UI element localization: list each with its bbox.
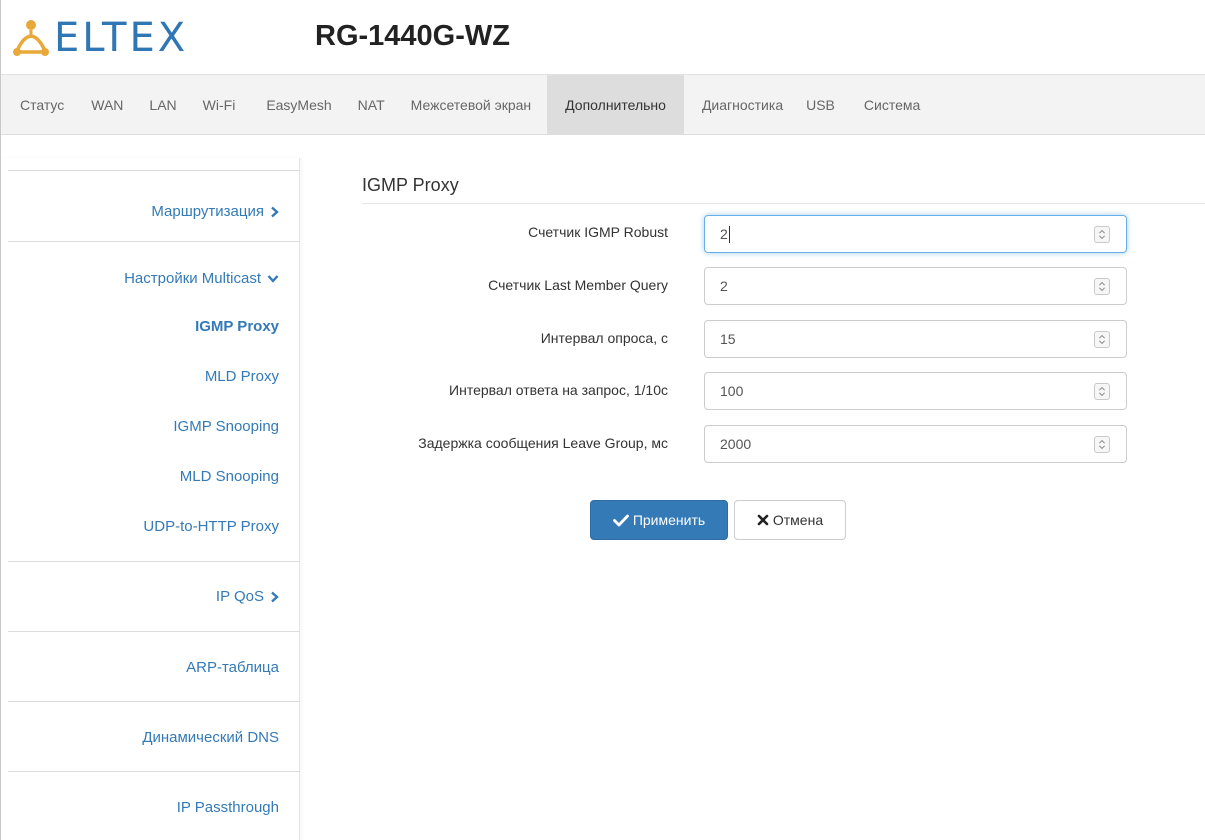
sidebar-item-multicast[interactable]: Настройки Multicast [124, 270, 279, 287]
page-title: IGMP Proxy [362, 175, 459, 195]
tab-diagnostics[interactable]: Диагностика [684, 75, 796, 134]
input-value: 15 [720, 331, 736, 347]
input-value: 2 [720, 278, 728, 294]
chevron-right-icon [271, 206, 279, 217]
tab-lan[interactable]: LAN [136, 75, 189, 134]
sidebar-item-routing[interactable]: Маршрутизация [151, 203, 279, 220]
sidebar-item-label: IP QoS [215, 588, 264, 605]
sidebar-item-igmp-snooping[interactable]: IGMP Snooping [173, 418, 279, 435]
sidebar-item-mld-proxy[interactable]: MLD Proxy [205, 368, 279, 385]
sidebar-divider [8, 701, 300, 702]
tab-system[interactable]: Система [848, 75, 933, 134]
spinner-icon[interactable] [1094, 331, 1110, 348]
title-divider [362, 203, 1205, 204]
window-left-border [0, 0, 1, 840]
sidebar-divider [8, 241, 300, 242]
tab-usb[interactable]: USB [796, 75, 848, 134]
spinner-icon[interactable] [1094, 226, 1110, 243]
input-value: 100 [720, 383, 744, 399]
tab-easymesh[interactable]: EasyMesh [248, 75, 344, 134]
query-interval-input[interactable]: 15 [704, 320, 1127, 358]
leave-group-delay-input[interactable]: 2000 [704, 425, 1127, 463]
apply-button-label: Применить [632, 512, 706, 528]
sidebar-item-label: Маршрутизация [151, 203, 264, 220]
text-cursor [728, 225, 730, 243]
spinner-icon[interactable] [1094, 278, 1110, 295]
sidebar-item-ddns[interactable]: Динамический DNS [142, 729, 279, 746]
sidebar-item-udp-to-http[interactable]: UDP-to-HTTP Proxy [143, 518, 279, 535]
tab-nat[interactable]: NAT [345, 75, 398, 134]
last-member-query-label: Счетчик Last Member Query [488, 277, 668, 293]
sidebar-item-igmp-proxy[interactable]: IGMP Proxy [195, 318, 279, 335]
sidebar-divider [8, 561, 300, 562]
tab-firewall[interactable]: Межсетевой экран [398, 75, 548, 134]
sidebar-divider [8, 170, 300, 171]
tab-wan[interactable]: WAN [77, 75, 136, 134]
device-model: RG-1440G-WZ [315, 20, 510, 52]
logo-text: ELTEX [54, 15, 189, 61]
cancel-button-label: Отмена [772, 512, 824, 528]
eltex-logo-icon [13, 20, 49, 56]
chevron-down-icon [267, 275, 279, 283]
header: ELTEX RG-1440G-WZ [0, 0, 1205, 74]
top-nav: Статус WAN LAN Wi-Fi EasyMesh NAT Межсет… [0, 74, 1205, 135]
sidebar-divider [8, 631, 300, 632]
input-value: 2 [720, 226, 728, 242]
input-value: 2000 [720, 436, 752, 452]
igmp-robust-label: Счетчик IGMP Robust [528, 224, 668, 240]
sidebar-item-ip-passthrough[interactable]: IP Passthrough [177, 799, 279, 816]
tab-advanced[interactable]: Дополнительно [547, 75, 684, 134]
sidebar-divider [8, 771, 300, 772]
chevron-right-icon [271, 591, 279, 602]
sidebar-item-ip-qos[interactable]: IP QoS [216, 588, 279, 605]
leave-group-delay-label: Задержка сообщения Leave Group, мс [418, 435, 668, 451]
response-interval-label: Интервал ответа на запрос, 1/10с [449, 382, 668, 398]
sidebar-item-arp[interactable]: ARP-таблица [186, 659, 279, 676]
spinner-icon[interactable] [1094, 436, 1110, 453]
tab-wifi[interactable]: Wi-Fi [190, 75, 249, 134]
igmp-robust-input[interactable]: 2 [704, 215, 1127, 253]
checkmark-icon [612, 514, 629, 527]
response-interval-input[interactable]: 100 [704, 372, 1127, 410]
cancel-button[interactable]: Отмена [734, 500, 846, 540]
eltex-logo: ELTEX [12, 14, 188, 62]
apply-button[interactable]: Применить [590, 500, 728, 540]
sidebar: Маршрутизация Настройки Multicast IGMP P… [0, 158, 300, 840]
query-interval-label: Интервал опроса, с [540, 330, 668, 346]
close-icon [757, 514, 769, 526]
sidebar-item-label: Настройки Multicast [124, 270, 261, 287]
tab-status[interactable]: Статус [0, 75, 77, 134]
spinner-icon[interactable] [1094, 383, 1110, 400]
sidebar-item-mld-snooping[interactable]: MLD Snooping [180, 468, 279, 485]
last-member-query-input[interactable]: 2 [704, 267, 1127, 305]
